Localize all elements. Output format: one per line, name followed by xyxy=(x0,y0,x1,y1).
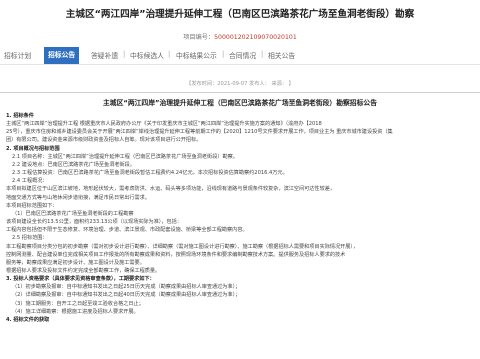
notice-tabs: 招标计划 招标公告 答疑补遗 | 中标候选人 | 中标结果公示 | 合同情况 |… xyxy=(0,47,480,65)
notice-paragraph: 2.3 工程估算投资：巴南区巴滨路茶花广场至鱼洞老街段暂估工程费约4.24亿元，… xyxy=(12,170,288,177)
project-number-label: 项目编号： xyxy=(183,34,215,41)
publish-meta: 【发布时间：2021-09-07 发布人： 来源： 】 xyxy=(186,81,294,87)
tab-divider: | xyxy=(168,50,171,58)
section-heading: 4. 招标文件的获取 xyxy=(6,316,50,323)
tab-bid-notice[interactable]: 招标公告 xyxy=(44,47,80,64)
tab-divider: | xyxy=(261,50,264,58)
notice-paragraph: 2.4 工程概况： xyxy=(12,178,48,185)
page-title: 主城区“两江四岸”治理提升延伸工程（巴南区巴滨路茶花广场至鱼洞老街段）勘察 xyxy=(65,9,415,20)
tab-award-result[interactable]: 中标结果公示 xyxy=(176,50,217,60)
notice-paragraph: （4）施工详细勘察：根据施工进度及招标人要求开展。 xyxy=(12,308,139,315)
notice-paragraph: 团）有限公司。建设资金来源市级财政资金及招标人自筹。现对该项目进行公开招标。 xyxy=(6,137,202,144)
section-heading: 1. 招标条件 xyxy=(6,113,34,119)
notice-paragraph: （1）初步勘察及报审：自中标通知书发出之日起25日历天完成（勘察成果由招标人审查… xyxy=(12,284,241,291)
tab-divider: | xyxy=(123,50,126,58)
notice-body: 1. 招标条件主城区“两江四岸”治理提升工程 根据重庆市人民政府办公厅《关于印发… xyxy=(6,112,476,357)
notice-paragraph: 服务等，勘察成果应满足初步设计、施工图设计及施工需要。 xyxy=(6,259,145,266)
section-heading: 2. 项目概况与招标范围 xyxy=(6,145,60,152)
tab-winning-candidates[interactable]: 中标候选人 xyxy=(130,50,164,60)
notice-paragraph: 本工程勘察项目分类分包的初步勘察（需对初步设计进行勘察）、详细勘察（需对施工图设… xyxy=(6,243,359,250)
tab-related-notices[interactable]: 相关公告 xyxy=(268,50,295,60)
notice-paragraph: 25号），重庆市住房和城乡建设委员会关于开展“两江四岸”岸线治理提升延伸工程等前… xyxy=(6,129,393,136)
notice-paragraph: 根据招标人要求及投标文件约定完成全部勘察工作，确保工程质量。 xyxy=(6,267,161,274)
notice-paragraph: 控制网测量、配合建设单位完成相关项目工作报批的所有勘察成果和资料，按照现场环境条… xyxy=(6,251,346,258)
notice-paragraph: 工程内容包括但不限于生态修复、环境治理、步道、滨江景观、市政配套设施、桥梁等全部… xyxy=(6,227,248,234)
notice-paragraph: （3）施工期服务：自开工之日起至竣工验收合格之日止； xyxy=(12,300,144,307)
notice-paragraph: 2.2 建设地点：巴南区巴滨路茶花广场至鱼洞老街段。 xyxy=(12,161,135,168)
notice-paragraph: 该项目建设全长约13.5公里，面积约233.13公顷（以现场实际为准），包括： xyxy=(6,219,182,226)
notice-paragraph: （2）详细勘察及报审：自中标通知书发出之日起40日历天完成（勘察成果由招标人审查… xyxy=(12,292,241,299)
project-number: 项目编号：500001202109070020101 xyxy=(0,32,480,41)
notice-paragraph: 主城区“两江四岸”治理提升工程 根据重庆市人民政府办公厅《关于印发重庆市主城区“… xyxy=(6,121,322,128)
divider xyxy=(0,92,480,93)
tab-divider: | xyxy=(222,50,225,58)
tab-qa-supplement[interactable]: 答疑补遗 xyxy=(91,50,118,60)
tab-bid-plan[interactable]: 招标计划 xyxy=(4,50,31,60)
notice-paragraph: 2.1 项目名称：主城区“两江四岸”治理提升延伸工程（巴南区巴滨路茶花广场至鱼洞… xyxy=(12,153,238,160)
notice-paragraph: 本项目拟建区位于山区滨江坡地，地形起伏较大，需考虑防洪、水运、码头等多项功能，沿… xyxy=(6,186,335,193)
tab-contract-status[interactable]: 合同情况 xyxy=(229,50,256,60)
notice-heading: 主城区“两江四岸”治理提升延伸工程（巴南区巴滨路茶花广场至鱼洞老街段）勘察招标公… xyxy=(102,99,377,107)
project-number-value: 500001202109070020101 xyxy=(214,34,297,41)
notice-paragraph: 地面交通方式等与山地休闲步道衔接，满足市民日常出行需求。 xyxy=(6,194,150,201)
section-heading: 3. 投标人资格要求（具体要求见资格审查条款），工期要求如下： xyxy=(6,276,155,283)
notice-paragraph: 本项目招标范围如下： xyxy=(6,202,58,209)
notice-paragraph: （1）巴南区巴滨路茶花广场至鱼洞老街段的工程勘察 xyxy=(12,210,134,217)
notice-paragraph: 2.5 招标范围： xyxy=(12,235,48,242)
